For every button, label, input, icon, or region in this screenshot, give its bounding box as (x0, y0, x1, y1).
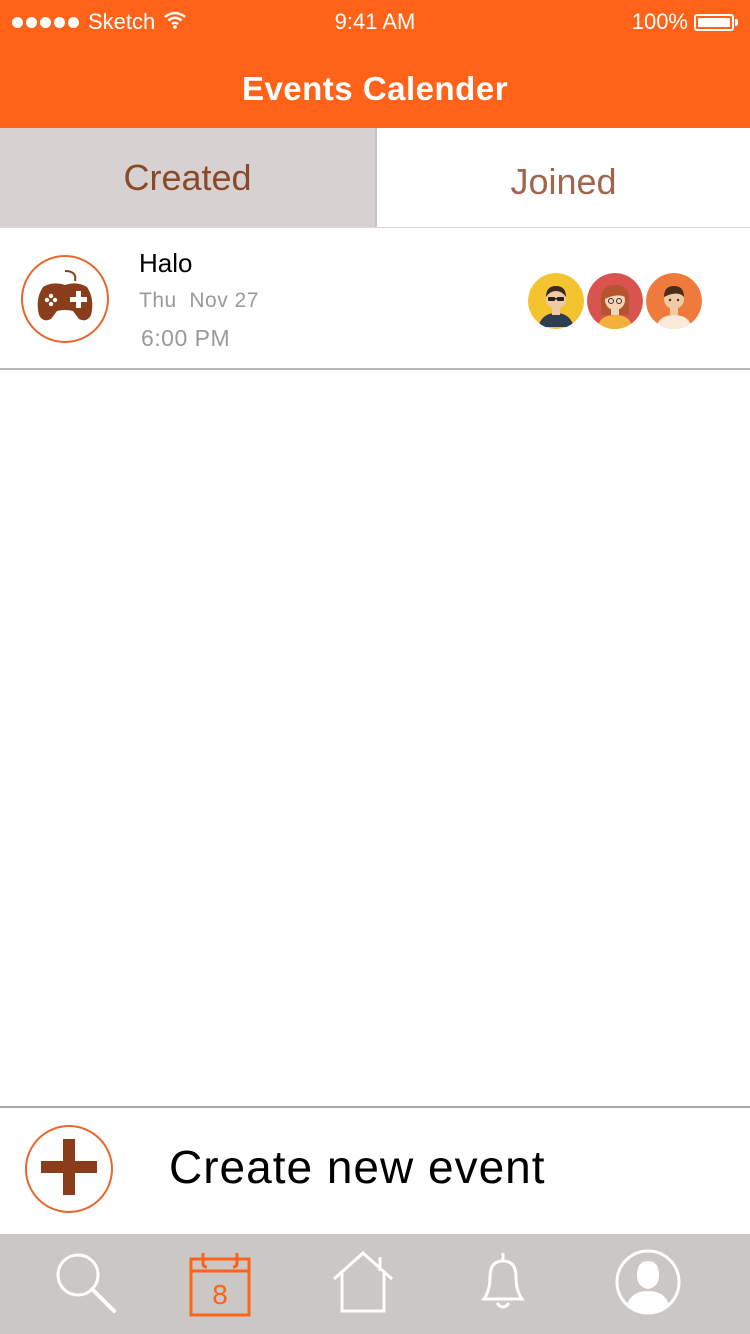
battery-icon (694, 13, 734, 31)
tab-created[interactable]: Created (0, 128, 377, 227)
profile-icon (613, 1247, 683, 1322)
home-icon (328, 1247, 398, 1322)
create-event-label[interactable]: Create new event (169, 1140, 546, 1194)
avatar-man[interactable] (646, 273, 702, 329)
battery-tip (735, 18, 738, 26)
avatar-man-sunglasses[interactable] (528, 273, 584, 329)
gamepad-icon (33, 267, 97, 332)
calendar-icon: 8 (185, 1249, 255, 1319)
tab-search[interactable] (40, 1234, 130, 1334)
tab-joined[interactable]: Joined (377, 128, 750, 227)
avatar-woman[interactable] (587, 273, 643, 329)
bottom-tab-bar: 8 (0, 1234, 750, 1334)
calendar-badge: 8 (212, 1279, 228, 1310)
status-right: 100% (632, 9, 738, 35)
event-list-item[interactable]: Halo Thu Nov 27 6:00 PM (0, 228, 750, 370)
status-bar: Sketch 9:41 AM 100% (0, 0, 750, 44)
battery-percent: 100% (631, 9, 688, 34)
event-day: Thu (139, 289, 177, 312)
search-icon (50, 1247, 120, 1322)
event-time: 6:00 PM (141, 325, 231, 351)
plus-icon (39, 1137, 99, 1202)
tab-home[interactable] (318, 1234, 408, 1334)
create-event-bar[interactable]: Create new event (0, 1106, 750, 1234)
event-date: Thu Nov 27 (139, 289, 259, 313)
tab-notifications[interactable] (458, 1234, 548, 1334)
create-event-button[interactable] (25, 1125, 113, 1213)
page-title: Events Calender (241, 70, 509, 107)
tab-calendar[interactable]: 8 (175, 1234, 265, 1334)
event-title: Halo (139, 248, 193, 278)
event-icon-circle (21, 255, 109, 343)
tab-profile[interactable] (603, 1234, 693, 1334)
event-date-value: Nov 27 (189, 289, 259, 312)
bell-icon (468, 1247, 538, 1322)
segmented-tabs: Created Joined (0, 128, 750, 228)
navigation-bar: Events Calender (0, 44, 750, 128)
